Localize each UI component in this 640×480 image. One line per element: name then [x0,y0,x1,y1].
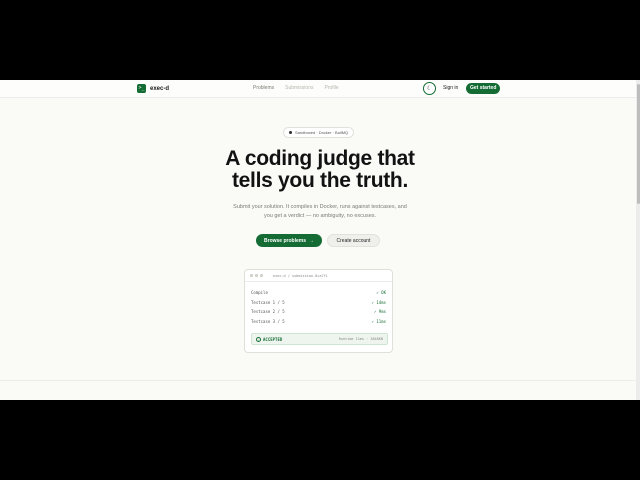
list-item: Testcase 3 / 5 ✓ 11ms [251,317,386,327]
row-status: ✓ 11ms [371,318,386,324]
badge-dot-icon [289,131,292,134]
badge-text: Sandboxed · Docker · BullMQ [295,129,349,135]
submission-terminal-card: exec-d / submission-0×a7f1 Compile ✓ OK … [244,269,393,353]
row-status: ✓ 9ms [373,309,386,314]
headline-line-1: A coding judge that [225,147,415,170]
terminal-body: Compile ✓ OK Testcase 1 / 5 ✓ 14ms Testc… [245,282,392,326]
brand[interactable]: >_ exec-d [137,84,169,93]
check-circle-icon: ✓ [256,336,261,342]
hero-subtitle: Submit your solution. It compiles in Doc… [0,203,640,221]
browse-problems-label: Browse problems [264,237,306,244]
row-label: Testcase 2 / 5 [251,309,285,314]
section-divider [0,380,636,381]
verdict-status: ✓ ACCEPTED [256,336,283,342]
sign-in-link[interactable]: Sign in [443,85,458,91]
window-dot-icon [255,274,258,277]
brand-name: exec-d [150,85,170,92]
verdict-bar: ✓ ACCEPTED Runtime 11ms · 3848KB [251,333,388,345]
terminal-header: exec-d / submission-0×a7f1 [245,270,392,282]
moon-icon: ☾ [426,86,433,92]
list-item: Testcase 1 / 5 ✓ 14ms [251,298,386,308]
subtitle-line-2: you get a verdict — no ambiguity, no exc… [263,213,377,219]
headline-line-2: tells you the truth. [231,169,408,192]
browse-problems-button[interactable]: Browse problems → [256,234,322,247]
nav-link-problems[interactable]: Problems [253,85,274,91]
window-dot-icon [260,274,263,277]
nav-link-profile[interactable]: Profile [324,85,338,91]
verdict-label: ACCEPTED [263,336,283,342]
list-item: Testcase 2 / 5 ✓ 9ms [251,307,386,317]
page-scrollbar[interactable] [636,80,640,400]
top-navbar: >_ exec-d Problems Submissions Profile ☾… [0,80,636,98]
get-started-button[interactable]: Get started [466,83,501,94]
row-label: Testcase 3 / 5 [251,318,285,324]
browser-viewport: >_ exec-d Problems Submissions Profile ☾… [0,80,640,400]
row-status: ✓ OK [376,290,386,295]
arrow-right-icon: → [308,237,314,244]
subtitle-line-1: Submit your solution. It compiles in Doc… [233,204,407,210]
window-dot-icon [250,274,253,277]
row-label: Compile [251,290,268,295]
row-status: ✓ 14ms [371,299,386,305]
hero-headline: A coding judge that tells you the truth. [0,148,640,192]
terminal-title: exec-d / submission-0×a7f1 [273,273,328,278]
tech-badge: Sandboxed · Docker · BullMQ [283,127,355,138]
nav-links: Problems Submissions Profile [253,85,339,91]
nav-link-submissions[interactable]: Submissions [285,85,313,91]
create-account-button[interactable]: Create account [327,234,380,247]
theme-toggle-button[interactable]: ☾ [423,82,436,95]
terminal-logo-icon: >_ [137,84,146,93]
verdict-meta: Runtime 11ms · 3848KB [338,337,383,341]
list-item: Compile ✓ OK [251,288,386,298]
row-label: Testcase 1 / 5 [251,299,285,305]
